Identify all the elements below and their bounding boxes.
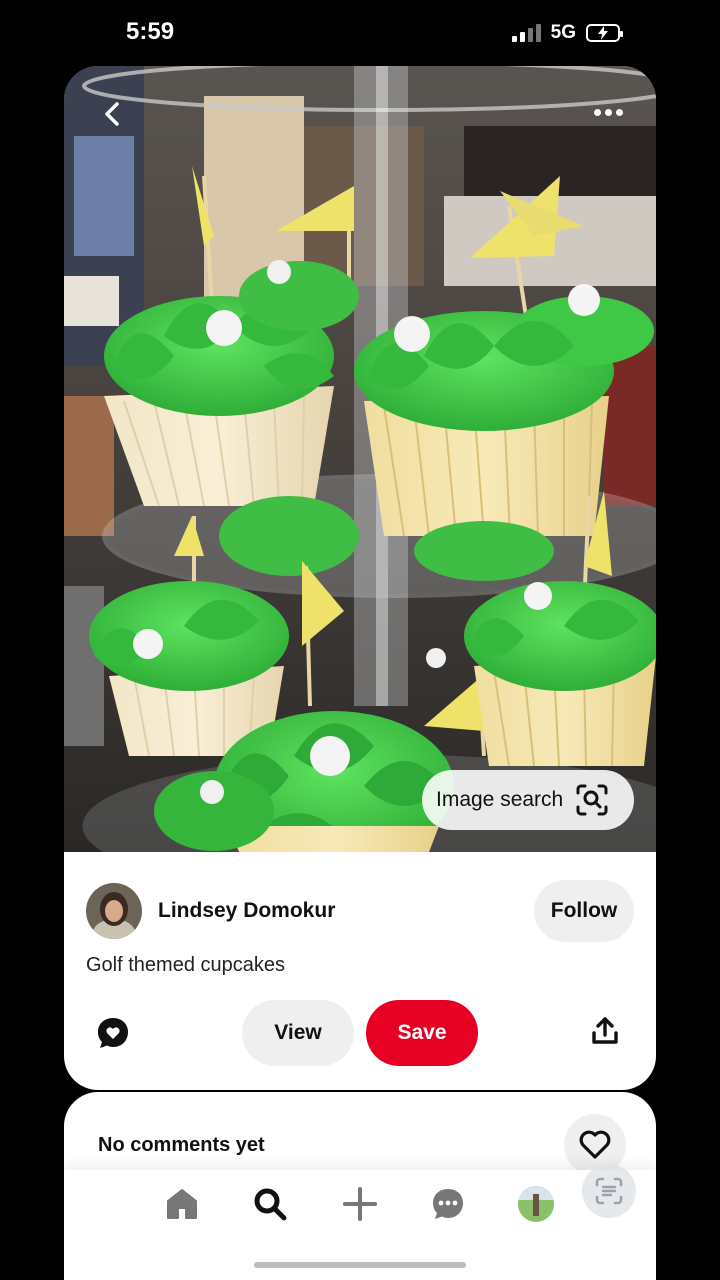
share-icon[interactable] <box>590 1016 620 1046</box>
heart-icon <box>579 1130 611 1159</box>
signal-icon <box>511 24 541 42</box>
cupcake-photo <box>64 66 656 852</box>
more-options-icon[interactable] <box>590 102 626 122</box>
save-button[interactable]: Save <box>366 1000 478 1066</box>
follow-button[interactable]: Follow <box>534 880 634 942</box>
lens-icon <box>595 1177 623 1205</box>
lens-search-icon <box>576 784 608 816</box>
messages-icon[interactable] <box>428 1184 468 1224</box>
pin-card: Image search Lindsey Domokur Follow Golf… <box>64 66 656 1090</box>
chevron-left-icon <box>105 102 119 126</box>
creator-avatar[interactable] <box>86 883 142 939</box>
pin-description: Golf themed cupcakes <box>86 954 285 976</box>
search-icon[interactable] <box>250 1184 290 1224</box>
image-search-button[interactable]: Image search <box>422 770 634 830</box>
image-search-label: Image search <box>436 788 564 811</box>
status-bar: 5:59 5G <box>0 0 720 66</box>
view-button[interactable]: View <box>242 1000 354 1066</box>
bottom-nav <box>64 1164 656 1280</box>
network-label: 5G <box>550 22 576 43</box>
home-indicator <box>254 1262 466 1268</box>
home-icon[interactable] <box>162 1184 202 1224</box>
status-time: 5:59 <box>126 18 175 45</box>
action-row: View Save <box>64 1000 656 1068</box>
visual-search-button[interactable] <box>582 1164 636 1218</box>
pin-image[interactable]: Image search <box>64 66 656 852</box>
comments-title: No comments yet <box>98 1134 265 1156</box>
back-button[interactable] <box>94 96 130 132</box>
plus-icon[interactable] <box>340 1184 380 1224</box>
creator-name[interactable]: Lindsey Domokur <box>158 899 335 923</box>
battery-charging-icon <box>586 24 623 42</box>
status-indicators: 5G <box>511 22 623 44</box>
creator-row: Lindsey Domokur Follow <box>86 880 634 942</box>
profile-avatar[interactable] <box>516 1184 556 1224</box>
comment-heart-icon[interactable] <box>96 1016 130 1050</box>
